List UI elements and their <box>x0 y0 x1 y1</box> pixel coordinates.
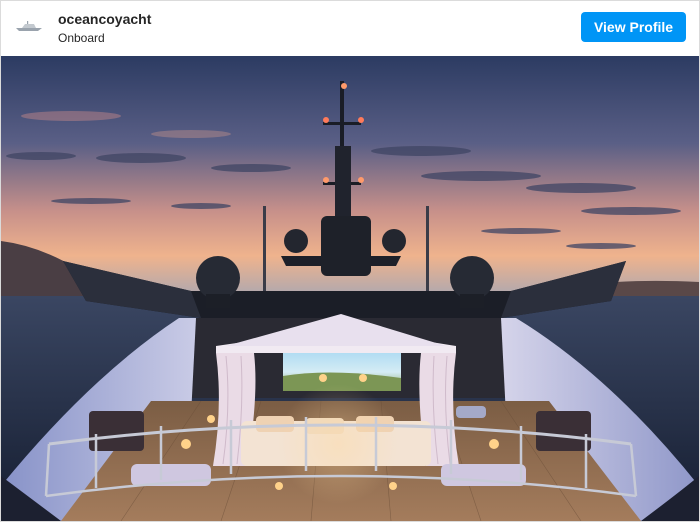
yacht-deck-image <box>1 56 699 521</box>
post-location[interactable]: Onboard <box>58 31 105 45</box>
profile-avatar[interactable] <box>12 9 46 43</box>
instagram-embed-card: oceancoyacht Onboard View Profile <box>0 0 700 522</box>
post-photo[interactable] <box>1 56 699 521</box>
yacht-logo-icon <box>16 21 42 31</box>
post-header: oceancoyacht Onboard View Profile <box>1 1 699 55</box>
account-username[interactable]: oceancoyacht <box>58 11 151 27</box>
view-profile-button[interactable]: View Profile <box>581 12 686 42</box>
